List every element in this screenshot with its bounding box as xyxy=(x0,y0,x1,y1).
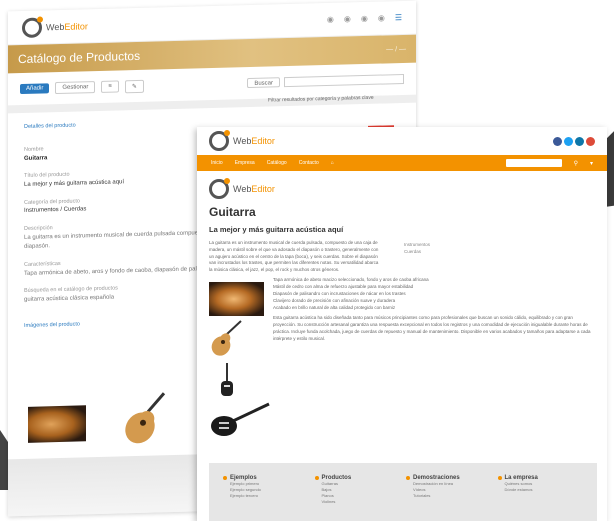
logo-icon xyxy=(22,16,42,38)
settings-icon[interactable]: ◉ xyxy=(361,14,368,23)
footer-column: La empresa Quiénes somos Dónde estamos xyxy=(497,475,584,509)
les-paul-guitar-image[interactable] xyxy=(209,399,271,439)
footer-link[interactable]: Dónde estamos xyxy=(505,487,584,493)
bullet-icon xyxy=(406,476,410,480)
guitar-photo-thumb xyxy=(28,405,86,443)
nav-item[interactable]: Contacto xyxy=(299,160,319,166)
feature-item: Diapasón de palisandro con incrustacione… xyxy=(273,290,406,296)
footer-link[interactable]: Violines xyxy=(322,499,401,505)
site-footer: Ejemplos Ejemplo primero Ejemplo segundo Ej… xyxy=(209,463,597,521)
site-header: WebEditor xyxy=(197,127,607,155)
product-categories: Instrumentos Cuerdas xyxy=(404,241,430,255)
menu-icon[interactable]: ☰ xyxy=(395,13,402,22)
logo-icon xyxy=(209,178,230,199)
category-label: Cuerdas xyxy=(404,249,422,255)
cart-icon[interactable]: ▾ xyxy=(590,160,593,167)
bullet-icon xyxy=(314,476,319,480)
twitter-icon[interactable] xyxy=(564,136,573,146)
search-input[interactable] xyxy=(505,159,562,167)
category-label: Instrumentos xyxy=(404,242,431,247)
social-links xyxy=(553,136,595,146)
manage-button[interactable]: Gestionar xyxy=(55,81,96,95)
bullet-icon xyxy=(497,476,502,480)
feature-item: Tapa armónica de abeto macizo selecciona… xyxy=(273,277,429,282)
add-button[interactable]: Añadir xyxy=(20,83,50,95)
main-nav: Inicio Empresa Catálogo Contacto ⌂ ⚲ ▾ xyxy=(197,155,607,171)
logo-text: WebEditor xyxy=(46,20,88,32)
content-logo: WebEditor xyxy=(197,171,607,199)
admin-search: Buscar xyxy=(247,73,404,89)
footer-link[interactable]: Tutoriales xyxy=(413,493,492,499)
logo-icon xyxy=(209,130,230,151)
footer-column: Ejemplos Ejemplo primero Ejemplo segundo Ej… xyxy=(223,475,309,509)
logo-text: WebEditor xyxy=(233,184,275,194)
footer-column: Productos Guitarras Bajos Pianos Violines xyxy=(314,475,401,509)
footer-column: Demostraciones Demostración en línea Vídeo… xyxy=(406,475,492,509)
logo-text: WebEditor xyxy=(233,136,275,146)
product-title: Guitarra xyxy=(209,205,256,219)
acoustic-guitar-image[interactable] xyxy=(209,320,243,358)
nav-item[interactable]: Empresa xyxy=(235,160,255,166)
list-button[interactable]: ≡ xyxy=(101,80,119,93)
bell-icon[interactable]: ◉ xyxy=(344,14,351,23)
banner-breadcrumb: — / — xyxy=(386,45,406,53)
linkedin-icon[interactable] xyxy=(575,136,584,146)
search-input[interactable] xyxy=(284,73,404,88)
guitar-image-thumb xyxy=(125,392,166,444)
feature-item: Mástil de cedro con alma de refuerzo aju… xyxy=(273,283,414,289)
nav-item[interactable]: Catálogo xyxy=(267,160,287,166)
reflection xyxy=(8,454,208,517)
product-description: La guitarra es un instrumento musical de… xyxy=(209,240,379,272)
feature-item: Clavijero dorado de precisión con afinac… xyxy=(273,297,396,303)
product-body: Esta guitarra acústica ha sido diseñada … xyxy=(273,315,591,341)
search-icon[interactable]: ⚲ xyxy=(574,160,578,167)
header-icons: ◉ ◉ ◉ ◉ ☰ xyxy=(327,13,402,24)
page-title: Catálogo de Productos xyxy=(18,48,141,67)
edit-button[interactable]: ✎ xyxy=(124,79,144,93)
bullet-icon xyxy=(223,476,227,480)
website-screenshot: WebEditor Inicio Empresa Catálogo Contac… xyxy=(197,127,607,521)
home-icon[interactable]: ⌂ xyxy=(331,160,334,166)
nav-item[interactable]: Inicio xyxy=(211,160,223,166)
product-subtitle: La mejor y más guitarra acústica aquí xyxy=(209,225,344,234)
feature-item: Acabado en brillo natural de alta calida… xyxy=(273,304,396,310)
user-icon[interactable]: ◉ xyxy=(327,15,334,24)
footer-link[interactable]: Ejemplo tercero xyxy=(230,493,309,499)
search-select[interactable]: Buscar xyxy=(247,77,280,89)
feature-list: Tapa armónica de abeto macizo selecciona… xyxy=(273,277,583,312)
facebook-icon[interactable] xyxy=(553,136,562,146)
electric-guitar-image[interactable] xyxy=(217,363,237,397)
guitar-photo[interactable] xyxy=(209,282,264,316)
help-icon[interactable]: ◉ xyxy=(378,13,385,22)
googleplus-icon[interactable] xyxy=(586,136,595,146)
